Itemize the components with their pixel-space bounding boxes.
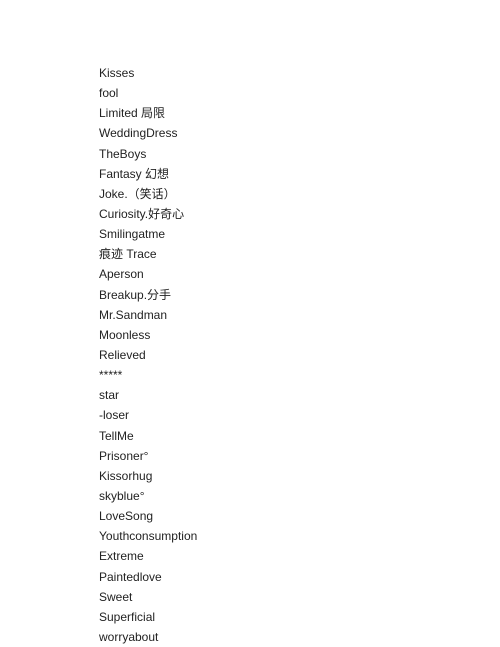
list-item: worryabout [99,629,159,644]
list-item: star [99,388,120,403]
list-item: Kisses [99,66,135,80]
list-item: Relieved [99,347,146,362]
list-item: Mr.Sandman [99,307,168,322]
list-item: Joke.（笑话） [99,186,176,201]
list-item: Moonless [99,327,151,342]
list-item: Fantasy 幻想 [99,166,170,181]
list-item: Sweet [99,589,133,604]
list-item: Smilingatme [99,227,166,242]
list-item: Superficial [99,609,156,624]
list-item: 痕迹 Trace [99,247,157,262]
list-item: -loser [99,408,130,423]
list-item: skyblue° [99,488,145,503]
list-item: TheBoys [99,146,147,161]
list-item: TellMe [99,428,134,443]
list-item: fool [99,86,119,101]
name-list: Kisses fool Limited 局限 WeddingDress TheBoys F… [99,63,197,647]
list-item: Prisoner° [99,448,149,463]
list-item: Paintedlove [99,569,162,584]
list-item: Kissorhug [99,468,153,483]
list-item: Limited 局限 [99,106,166,121]
list-item: Extreme [99,549,144,564]
list-item: WeddingDress [99,126,178,141]
list-item: ***** [99,368,123,383]
list-item: LoveSong [99,509,154,524]
list-item: Breakup.分手 [99,287,172,302]
list-item: Youthconsumption [99,529,198,544]
list-item: Aperson [99,267,144,282]
list-item: Curiosity.好奇心 [99,206,185,221]
